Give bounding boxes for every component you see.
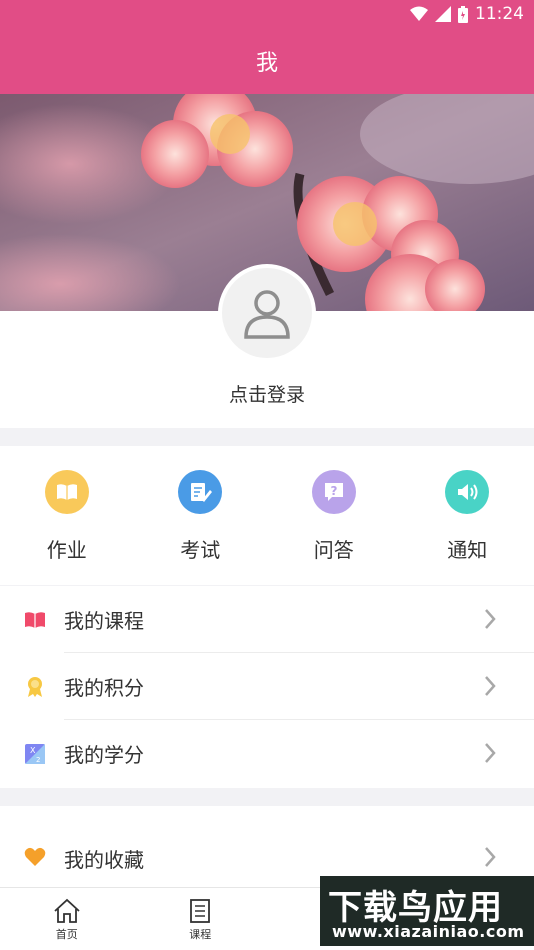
book-icon (44, 470, 89, 514)
medal-icon (24, 676, 46, 698)
exam-edit-icon (178, 470, 223, 514)
menu-item-label: 我的课程 (64, 609, 144, 633)
quick-action-label: 考试 (180, 538, 221, 562)
tab-label: 首页 (55, 928, 78, 941)
watermark-logo: 下载鸟应用 www.xiazainiao.com (320, 876, 534, 946)
status-bar: 11:24 (0, 0, 534, 28)
quick-action-homework[interactable]: 作业 (0, 446, 134, 585)
chevron-right-icon (484, 608, 496, 634)
quick-actions: 作业 考试 ? 问答 通知 (0, 446, 534, 585)
menu-section-1: 我的课程 我的积分 X2 我的学分 (0, 586, 534, 788)
menu-item-my-points[interactable]: 我的积分 (0, 653, 534, 720)
menu-item-label: 我的积分 (64, 676, 144, 700)
svg-text:?: ? (330, 484, 337, 498)
menu-item-label: 我的收藏 (64, 848, 144, 872)
app-header: 我 (0, 28, 534, 94)
list-doc-icon (190, 899, 211, 923)
menu-section-2: 我的收藏 (0, 806, 534, 887)
question-icon: ? (311, 470, 356, 514)
battery-icon (458, 5, 468, 23)
menu-item-my-favorites[interactable]: 我的收藏 (0, 806, 534, 887)
menu-item-label: 我的学分 (64, 743, 144, 767)
home-icon (54, 898, 80, 923)
heart-icon (24, 846, 46, 868)
quick-action-notice[interactable]: 通知 (401, 446, 534, 585)
quick-action-label: 作业 (46, 538, 87, 562)
status-time: 11:24 (475, 4, 524, 24)
tab-home[interactable]: 首页 (0, 888, 134, 950)
quick-action-label: 通知 (447, 538, 488, 562)
page-title: 我 (255, 51, 278, 76)
menu-item-my-credits[interactable]: X2 我的学分 (0, 720, 534, 787)
user-icon (244, 290, 290, 339)
menu-item-my-courses[interactable]: 我的课程 (0, 586, 534, 653)
avatar[interactable] (218, 264, 316, 362)
speaker-icon (445, 470, 490, 514)
login-link[interactable]: 点击登录 (0, 380, 534, 407)
tab-label: 课程 (189, 928, 212, 941)
quick-action-label: 问答 (313, 538, 354, 562)
quick-action-exam[interactable]: 考试 (134, 446, 268, 585)
tab-courses[interactable]: 课程 (134, 888, 268, 950)
chevron-right-icon (484, 846, 496, 872)
open-book-icon (24, 609, 46, 631)
signal-icon (435, 6, 451, 22)
svg-text:2: 2 (36, 756, 40, 764)
watermark-url: www.xiazainiao.com (332, 922, 525, 941)
svg-text:X: X (30, 746, 36, 755)
wifi-icon (410, 6, 428, 21)
chevron-right-icon (484, 675, 496, 701)
chevron-right-icon (484, 742, 496, 768)
credit-icon: X2 (24, 743, 46, 765)
quick-action-qa[interactable]: ? 问答 (267, 446, 401, 585)
